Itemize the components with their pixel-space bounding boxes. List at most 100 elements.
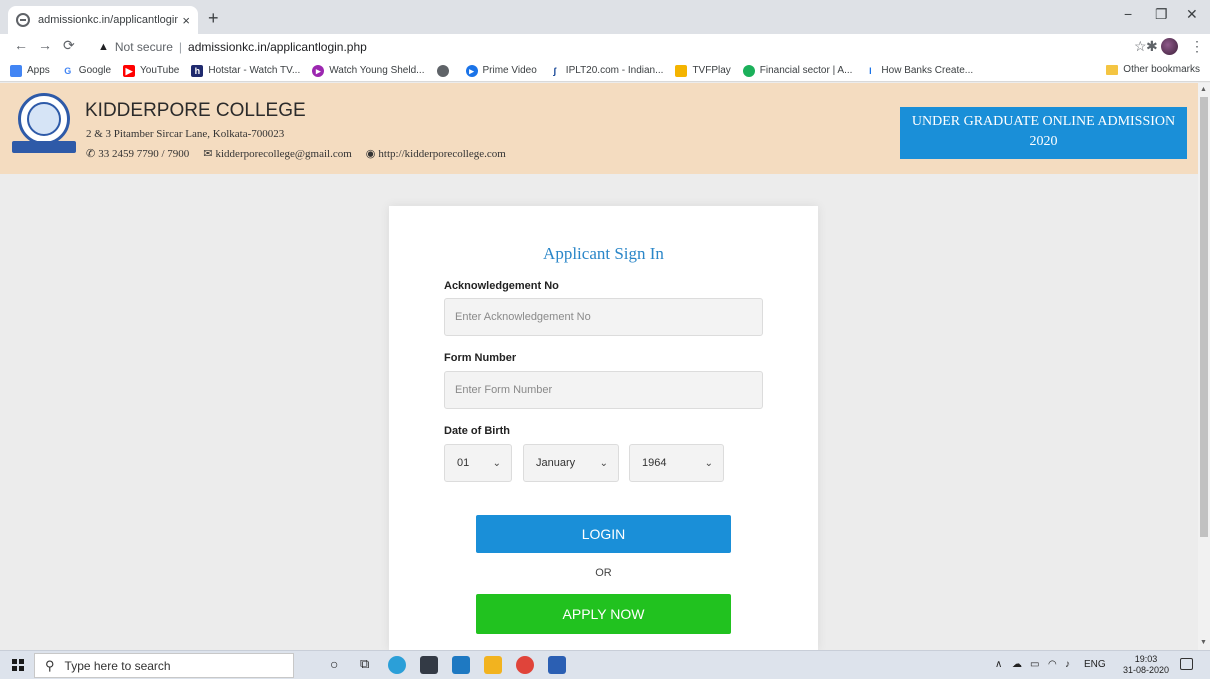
- bookmark-label: Hotstar - Watch TV...: [208, 65, 301, 76]
- url-separator: |: [178, 40, 183, 54]
- chrome-icon[interactable]: [516, 656, 534, 674]
- bookmark-young-sheldon[interactable]: ▸ Watch Young Sheld...: [312, 64, 425, 77]
- profile-avatar[interactable]: [1161, 38, 1178, 55]
- dob-year-select[interactable]: 1964 ⌄: [629, 444, 724, 482]
- reload-icon[interactable]: ⟳: [63, 37, 75, 54]
- tab-title: admissionkc.in/applicantlogin.ph: [38, 14, 179, 26]
- ack-input[interactable]: [444, 298, 763, 336]
- chevron-down-icon: ⌄: [704, 457, 713, 469]
- bookmark-prime-video[interactable]: ▸ Prime Video: [465, 64, 537, 77]
- url-text: admissionkc.in/applicantlogin.php: [188, 40, 367, 54]
- admission-year: 2020: [1029, 134, 1058, 149]
- wifi-icon[interactable]: ◠: [1048, 659, 1057, 670]
- bookmark-globe[interactable]: [436, 64, 454, 77]
- college-name: KIDDERPORE COLLEGE: [85, 100, 306, 121]
- site-favicon-icon: [16, 13, 30, 27]
- apply-now-button[interactable]: APPLY NOW: [476, 594, 731, 634]
- system-clock[interactable]: 19:03 31-08-2020: [1123, 654, 1169, 676]
- login-button[interactable]: LOGIN: [476, 515, 731, 553]
- mail-icon[interactable]: [452, 656, 470, 674]
- admission-button[interactable]: UNDER GRADUATE ONLINE ADMISSION 2020: [900, 107, 1187, 159]
- signin-title: Applicant Sign In: [543, 244, 664, 263]
- file-explorer-icon[interactable]: [484, 656, 502, 674]
- dob-label: Date of Birth: [444, 425, 510, 437]
- hotstar-icon: h: [191, 64, 204, 77]
- language-indicator[interactable]: ENG: [1084, 659, 1106, 670]
- taskbar-search-placeholder: Type here to search: [64, 658, 171, 673]
- bookmark-star-icon[interactable]: ☆: [1134, 38, 1147, 55]
- bookmark-l-icon: l: [869, 65, 872, 76]
- form-number-label: Form Number: [444, 352, 517, 364]
- clock-time: 19:03: [1134, 654, 1158, 664]
- form-number-input[interactable]: [444, 371, 763, 409]
- bookmark-iplt20[interactable]: ʃ IPLT20.com - Indian...: [549, 65, 664, 77]
- dob-day-select[interactable]: 01 ⌄: [444, 444, 512, 482]
- onedrive-icon[interactable]: ☁: [1012, 659, 1022, 670]
- menu-icon[interactable]: ⋮: [1190, 38, 1204, 55]
- windows-taskbar: ⚲ Type here to search ○ ⧉ ∧ ☁ ▭ ◠ ♪ ENG …: [0, 650, 1210, 679]
- bookmark-label: How Banks Create...: [881, 65, 974, 76]
- bookmark-how-banks[interactable]: l How Banks Create...: [864, 65, 973, 77]
- bookmark-youtube[interactable]: ▶ YouTube: [123, 64, 180, 77]
- dob-day-value: 01: [457, 457, 470, 469]
- window-close-icon[interactable]: ✕: [1186, 6, 1198, 23]
- bookmark-apps[interactable]: Apps: [10, 64, 50, 77]
- page-scrollbar[interactable]: ▲ ▼: [1198, 83, 1210, 650]
- windows-start-icon[interactable]: [12, 659, 24, 671]
- browser-tab-strip: admissionkc.in/applicantlogin.ph × + − ❐…: [0, 0, 1210, 34]
- bookmark-hotstar[interactable]: h Hotstar - Watch TV...: [191, 64, 301, 77]
- bookmark-label: YouTube: [140, 65, 180, 76]
- tab-close-icon[interactable]: ×: [182, 13, 190, 28]
- email-contact: ✉ kidderporecollege@gmail.com: [203, 147, 352, 160]
- globe-icon: [436, 64, 449, 77]
- prime-video-icon: ▸: [465, 64, 478, 77]
- check-shield-icon: [742, 64, 755, 77]
- other-bookmarks[interactable]: Other bookmarks: [1106, 64, 1200, 75]
- youtube-icon: ▶: [123, 64, 136, 77]
- scroll-up-icon[interactable]: ▲: [1200, 86, 1207, 93]
- back-icon[interactable]: ←: [14, 37, 28, 53]
- warning-icon: ▲: [98, 41, 109, 53]
- dob-year-value: 1964: [642, 457, 667, 469]
- forward-icon[interactable]: →: [38, 37, 52, 53]
- dob-month-select[interactable]: January ⌄: [523, 444, 619, 482]
- chevron-down-icon: ⌄: [492, 457, 501, 469]
- battery-icon[interactable]: ▭: [1030, 659, 1039, 670]
- bookmark-label: Watch Young Sheld...: [329, 65, 425, 76]
- minimize-icon[interactable]: −: [1124, 6, 1132, 22]
- tvfplay-icon: [675, 64, 688, 77]
- folder-icon: [1106, 64, 1119, 75]
- task-view-icon[interactable]: ⧉: [360, 656, 369, 672]
- notification-icon[interactable]: [1180, 658, 1193, 670]
- address-bar[interactable]: ▲ Not secure | admissionkc.in/applicantl…: [90, 36, 1130, 58]
- bookmark-google[interactable]: G Google: [62, 65, 111, 77]
- bookmark-label: Google: [78, 65, 112, 76]
- restore-icon[interactable]: ❐: [1155, 6, 1168, 23]
- new-tab-button[interactable]: +: [208, 8, 219, 29]
- or-divider: OR: [595, 567, 612, 579]
- word-icon[interactable]: [548, 656, 566, 674]
- scroll-down-icon[interactable]: ▼: [1200, 639, 1207, 646]
- scrollbar-thumb[interactable]: [1200, 97, 1208, 537]
- browser-tab[interactable]: admissionkc.in/applicantlogin.ph ×: [8, 6, 198, 34]
- security-label: Not secure: [114, 40, 173, 54]
- ack-label: Acknowledgement No: [444, 280, 559, 292]
- globe-icon: ◉: [365, 148, 376, 160]
- bookmark-financial-sector[interactable]: Financial sector | A...: [742, 64, 852, 77]
- signin-card: Applicant Sign In Acknowledgement No For…: [389, 206, 818, 650]
- store-icon[interactable]: [420, 656, 438, 674]
- phone-number: 33 2459 7790 / 7900: [98, 148, 190, 160]
- edge-icon[interactable]: [388, 656, 406, 674]
- dob-month-value: January: [536, 457, 576, 469]
- bookmark-tvfplay[interactable]: TVFPlay: [675, 64, 731, 77]
- extensions-icon[interactable]: ✱: [1146, 38, 1158, 55]
- website-url: http://kidderporecollege.com: [378, 148, 506, 160]
- phone-contact: ✆ 33 2459 7790 / 7900: [86, 147, 189, 160]
- taskbar-search[interactable]: ⚲ Type here to search: [34, 653, 294, 678]
- chevron-down-icon: ⌄: [599, 457, 608, 469]
- volume-icon[interactable]: ♪: [1065, 659, 1070, 670]
- bookmark-label: IPLT20.com - Indian...: [565, 65, 664, 76]
- cortana-icon[interactable]: ○: [330, 656, 338, 672]
- email-address: kidderporecollege@gmail.com: [215, 148, 352, 160]
- tray-chevron-icon[interactable]: ∧: [995, 659, 1002, 670]
